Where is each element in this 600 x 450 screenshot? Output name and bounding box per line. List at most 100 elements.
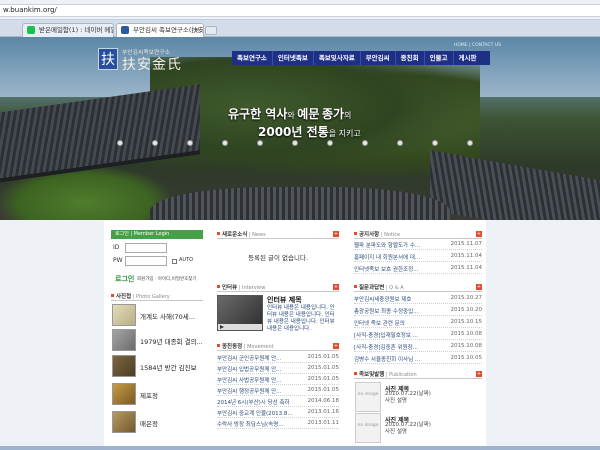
more-icon[interactable]: + [476, 231, 482, 237]
account-links[interactable]: 회원가입 · 아이디,비밀번호찾기 [137, 276, 197, 282]
more-icon[interactable]: + [476, 284, 482, 290]
publication-thumbnail[interactable]: no image [355, 382, 381, 412]
more-icon[interactable]: + [333, 343, 339, 349]
slide-dot[interactable] [292, 140, 298, 146]
list-item-title[interactable]: 홈페이지 내 회원분서에 대... [354, 253, 420, 261]
left-margin [0, 220, 104, 450]
new-tab-button[interactable] [205, 26, 217, 35]
nav-item-buan-kim[interactable]: 부안김씨 [361, 51, 396, 65]
list-item-title[interactable]: 부안김씨 중교계 인물(2013.8... [217, 409, 293, 417]
slide-dot[interactable] [432, 140, 438, 146]
list-item-title[interactable]: 펠파 분파도와 항렬도가 수... [354, 241, 420, 249]
list-item-title[interactable]: 부안김씨 군인공무원께 안... [217, 354, 281, 362]
bullet-icon [354, 285, 357, 288]
list-item-date: 2015.10.20 [450, 307, 483, 313]
gallery-item[interactable]: 매은정 [112, 411, 208, 433]
pw-label: PW [113, 257, 123, 264]
nav-item-archives[interactable]: 족보및사자료 [314, 51, 361, 65]
slide-dot[interactable] [257, 140, 263, 146]
list-item-title[interactable]: 부안김씨 행정공무원께 안... [217, 387, 281, 395]
list-item-title[interactable]: [사직-충경]입재필호정보 ... [354, 331, 418, 339]
auto-login-checkbox[interactable] [172, 259, 177, 264]
site-logo[interactable]: 扶 부안김씨족보연구소 扶安金氏 [98, 48, 186, 73]
list-item[interactable]: 총광궁원보 최종 수정중입... 2015.10.20 [354, 307, 482, 316]
more-icon[interactable]: + [333, 231, 339, 237]
gallery-item[interactable]: 제포정 [112, 383, 208, 405]
list-item[interactable]: 김병수 서울종친회 이사님 ... 2015.10.05 [354, 355, 482, 364]
list-item-title[interactable]: 김병수 서울종친회 이사님 ... [354, 355, 420, 363]
nav-item-people[interactable]: 인물고 [425, 51, 454, 65]
interview-video[interactable] [217, 295, 263, 331]
more-icon[interactable]: + [476, 371, 482, 377]
slide-dot[interactable] [397, 140, 403, 146]
news-title: 새로운소식 | News + [217, 230, 339, 239]
nav-item-research[interactable]: 족보연구소 [232, 51, 273, 65]
list-item[interactable]: 홈페이지 내 회원분서에 대... 2015.11.04 [354, 253, 482, 262]
news-empty-message: 등록된 글이 없습니다. [248, 254, 309, 262]
slide-dot[interactable] [362, 140, 368, 146]
gallery-thumbnail [112, 411, 136, 433]
bullet-icon [354, 232, 357, 235]
list-item-date: 2013.01.11 [307, 420, 340, 426]
list-item-date: 2015.10.27 [450, 295, 483, 301]
publication-thumbnail[interactable]: no image [355, 413, 381, 443]
gallery-item[interactable]: 1979년 대종회 결의... [112, 329, 208, 351]
nav-item-clan-society[interactable]: 종친회 [396, 51, 425, 65]
play-icon[interactable] [220, 325, 224, 329]
more-icon[interactable]: + [333, 284, 339, 290]
list-item-title[interactable]: 부안김씨 사법공무원께 안... [217, 376, 281, 384]
list-item-title[interactable]: [사직-충경]김중흔 위원장... [354, 343, 418, 351]
gallery-caption: 매은정 [140, 420, 158, 428]
slide-dot[interactable] [222, 140, 228, 146]
tab-label: 받은메일함(1) : 네이버 메일 [39, 26, 114, 34]
list-item-title[interactable]: 2014년 6시(부산)시 당선 축하 [217, 398, 290, 406]
gallery-thumbnail [112, 383, 136, 405]
nav-item-online-jokbo[interactable]: 인터넷족보 [273, 51, 314, 65]
gallery-item[interactable]: 개계도 사해(70세... [112, 304, 208, 326]
list-item-title[interactable]: 부안김씨세충광원보 제호 [354, 295, 411, 303]
list-item[interactable]: 부안김씨 중교계 인물(2013.8... 2013.01.16 [217, 409, 339, 418]
tab-buankim[interactable]: 부안김씨 족보연구소(扶安... × [116, 23, 204, 37]
login-button[interactable]: 로그인 [115, 274, 134, 284]
utility-links[interactable]: HOME | CONTACT US [454, 43, 501, 48]
close-tab-icon[interactable]: × [194, 24, 200, 36]
tab-strip: 받은메일함(1) : 네이버 메일 부안김씨 족보연구소(扶安... × [0, 20, 600, 37]
list-item[interactable]: 부안김씨 사법공무원께 안... 2015.01.05 [217, 376, 339, 385]
slide-dot[interactable] [152, 140, 158, 146]
list-item-title[interactable]: 인터넷 족보 관련 문의 [354, 319, 405, 327]
list-item-title[interactable]: 인터넷족보 보호 권한조정... [354, 265, 418, 273]
slide-dot[interactable] [467, 140, 473, 146]
list-item[interactable]: 2014년 6시(부산)시 당선 축하 2014.06.18 [217, 398, 339, 407]
list-item[interactable]: 인터넷 족보 관련 문의 2015.10.15 [354, 319, 482, 328]
nav-item-board[interactable]: 게시판 [454, 51, 482, 65]
list-item[interactable]: [사직-충경]김중흔 위원장... 2015.10.08 [354, 343, 482, 352]
list-item-date: 2015.10.08 [450, 331, 483, 337]
slide-dot[interactable] [117, 140, 123, 146]
slide-dot[interactable] [187, 140, 193, 146]
list-item[interactable]: 부안김씨 군인공무원께 안... 2015.01.05 [217, 354, 339, 363]
gallery-item[interactable]: 1584년 방간 김진보 [112, 355, 208, 377]
roof-right-decoration [430, 150, 600, 220]
slide-dot[interactable] [327, 140, 333, 146]
list-item-title[interactable]: 부안김씨 입법공무원께 안... [217, 365, 281, 373]
address-bar[interactable]: w.buankim.org/ [0, 4, 600, 17]
list-item[interactable]: 수락사 방장 최담스님(속명... 2013.01.11 [217, 420, 339, 429]
list-item-date: 2015.10.15 [450, 319, 483, 325]
id-input[interactable] [125, 243, 167, 253]
list-item-title[interactable]: 총광궁원보 최종 수정중입... [354, 307, 418, 315]
list-item-date: 2015.01.05 [307, 365, 340, 371]
list-item-date: 2013.01.16 [307, 409, 340, 415]
list-item[interactable]: 인터넷족보 보호 권한조정... 2015.11.04 [354, 265, 482, 274]
password-input[interactable] [125, 256, 167, 266]
bullet-icon [217, 344, 220, 347]
list-item-title[interactable]: 수락사 방장 최담스님(속명... [217, 420, 284, 428]
bullet-icon [217, 285, 220, 288]
tab-naver-mail[interactable]: 받은메일함(1) : 네이버 메일 [22, 23, 114, 37]
interview-headline[interactable]: 인터뷰 제목 [267, 295, 302, 305]
list-item[interactable]: 펠파 분파도와 항렬도가 수... 2015.11.07 [354, 241, 482, 250]
list-item[interactable]: [사직-충경]입재필호정보 ... 2015.10.08 [354, 331, 482, 340]
list-item[interactable]: 부안김씨세충광원보 제호 2015.10.27 [354, 295, 482, 304]
list-item[interactable]: 부안김씨 입법공무원께 안... 2015.01.05 [217, 365, 339, 374]
hero-slogan-line2: 2000년 전통을 지키고 [258, 125, 361, 139]
list-item[interactable]: 부안김씨 행정공무원께 안... 2015.01.05 [217, 387, 339, 396]
